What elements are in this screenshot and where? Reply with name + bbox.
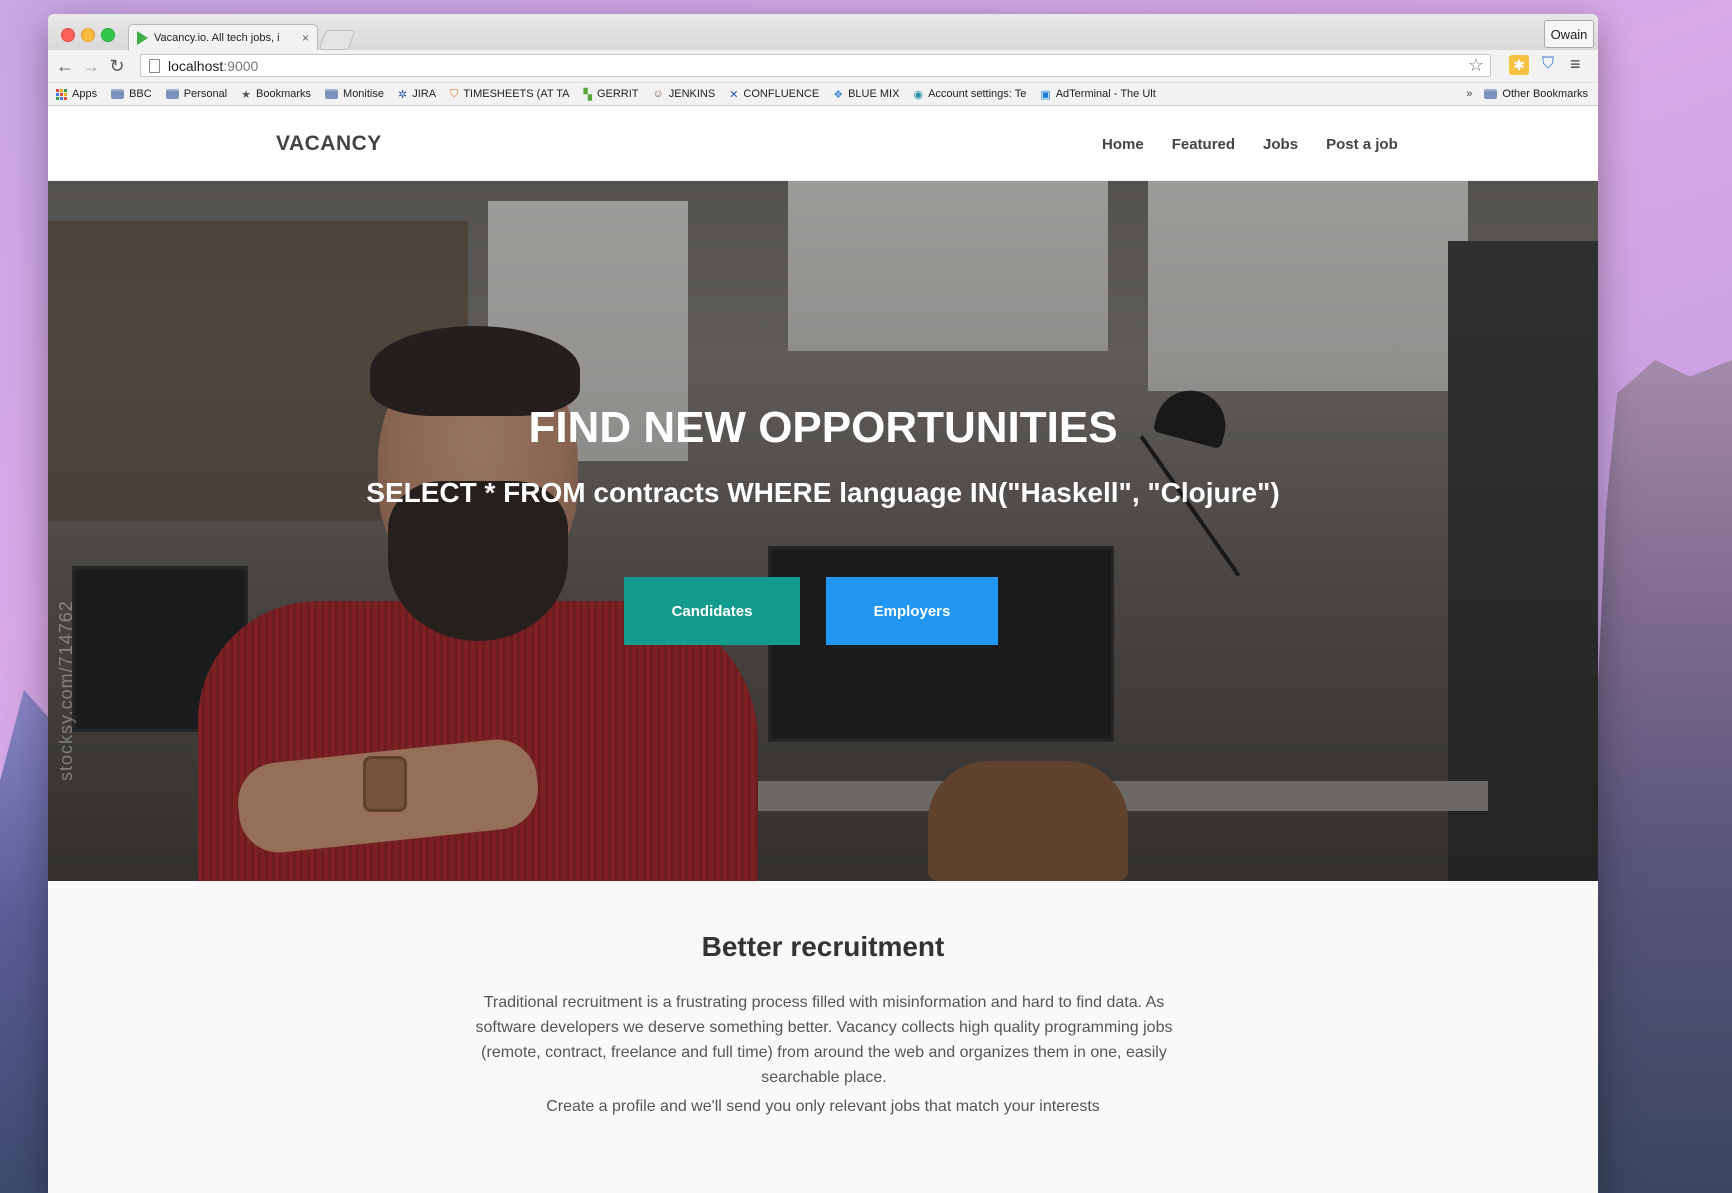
bookmark-apps[interactable]: Apps <box>56 88 97 100</box>
zoom-window-button[interactable] <box>101 28 115 42</box>
bookmark-gerrit[interactable]: ▚ GERRIT <box>583 88 638 101</box>
bluemix-icon: ❖ <box>833 88 844 101</box>
browser-tab[interactable]: Vacancy.io. All tech jobs, i × <box>128 24 318 50</box>
bookmark-label: JIRA <box>412 88 437 100</box>
close-window-button[interactable] <box>61 28 75 42</box>
bookmark-timesheets[interactable]: ⛉ TIMESHEETS (AT TA <box>450 88 569 101</box>
site-logo[interactable]: VACANCY <box>276 132 382 156</box>
browser-window: Vacancy.io. All tech jobs, i × ← → ↻ loc… <box>48 14 1598 1193</box>
nav-jobs[interactable]: Jobs <box>1263 136 1298 153</box>
tab-title: Vacancy.io. All tech jobs, i <box>154 31 280 44</box>
folder-icon <box>1484 89 1498 99</box>
bookmark-label: Bookmarks <box>256 88 312 100</box>
url-port: :9000 <box>223 57 259 74</box>
section-title: Better recruitment <box>701 931 945 962</box>
apps-grid-icon <box>56 88 67 100</box>
title-bar: Vacancy.io. All tech jobs, i × <box>48 14 1598 50</box>
play-icon <box>137 30 148 45</box>
bookmark-monitise[interactable]: Monitise <box>325 88 384 100</box>
bookmark-label: Account settings: Te <box>928 88 1027 100</box>
bookmark-bbc[interactable]: BBC <box>111 88 152 100</box>
bookmark-jira[interactable]: ✲ JIRA <box>398 88 436 101</box>
employers-button[interactable]: Employers <box>826 577 998 645</box>
hero-watermark: stocksy.com/714762 <box>56 600 76 781</box>
bookmark-label: Apps <box>72 88 98 100</box>
jira-icon: ✲ <box>398 88 408 101</box>
bookmark-label: Monitise <box>343 88 384 100</box>
site-header: VACANCY Home Featured Jobs Post a job <box>48 110 1598 181</box>
webpage: VACANCY Home Featured Jobs Post a job st… <box>48 110 1598 1193</box>
reload-icon[interactable]: ↻ <box>104 56 130 77</box>
bookmark-other[interactable]: Other Bookmarks <box>1484 88 1588 100</box>
bookmark-label: JENKINS <box>668 88 716 100</box>
back-arrow-icon[interactable]: ← <box>52 56 78 77</box>
user-profile-button[interactable]: Owain <box>1544 20 1594 48</box>
candidates-button[interactable]: Candidates <box>624 577 800 645</box>
nav-post-a-job[interactable]: Post a job <box>1326 136 1398 153</box>
bookmark-label: Personal <box>183 88 228 100</box>
folder-icon <box>325 89 339 99</box>
extension-icon[interactable]: ✱ <box>1509 55 1529 75</box>
bookmark-label: AdTerminal - The Ult <box>1055 88 1156 100</box>
bookmark-bookmarks[interactable]: ★ Bookmarks <box>241 88 311 101</box>
minimize-window-button[interactable] <box>81 28 95 42</box>
account-icon: ◉ <box>913 88 924 101</box>
bookmark-label: BLUE MIX <box>848 88 900 100</box>
forward-arrow-icon[interactable]: → <box>78 56 104 77</box>
bookmark-label: CONFLUENCE <box>743 88 820 100</box>
tab-close-icon[interactable]: × <box>302 31 309 45</box>
bookmark-account-settings[interactable]: ◉ Account settings: Te <box>913 88 1026 101</box>
confluence-icon: ✕ <box>729 88 739 101</box>
bookmark-bluemix[interactable]: ❖ BLUE MIX <box>833 88 899 101</box>
shield-icon[interactable]: ⛉ <box>1539 54 1557 74</box>
gerrit-icon: ▚ <box>583 88 592 101</box>
nav-featured[interactable]: Featured <box>1172 136 1235 153</box>
section-cta: Create a profile and we'll send you only… <box>546 1098 1100 1115</box>
star-icon: ★ <box>241 88 251 101</box>
bookmark-label: GERRIT <box>596 88 639 100</box>
address-bar[interactable]: localhost:9000 ☆ <box>140 54 1491 77</box>
url-host: localhost <box>168 57 224 74</box>
adterminal-icon: ▣ <box>1040 88 1051 101</box>
hero-title: FIND NEW OPPORTUNITIES <box>528 403 1118 452</box>
bookmark-adterminal[interactable]: ▣ AdTerminal - The Ult <box>1040 88 1155 101</box>
nav-home[interactable]: Home <box>1102 136 1144 153</box>
folder-icon <box>165 89 179 99</box>
bookmark-label: BBC <box>129 88 152 100</box>
bookmarks-right: » Other Bookmarks <box>1466 83 1588 105</box>
folder-icon <box>111 89 125 99</box>
bookmark-personal[interactable]: Personal <box>165 88 228 100</box>
bookmark-jenkins[interactable]: ☺ JENKINS <box>653 88 716 100</box>
about-section: Better recruitment Traditional recruitme… <box>48 881 1598 1193</box>
hero-banner: stocksy.com/714762 FIND NEW OPPORTUNITIE… <box>48 181 1598 881</box>
bookmark-label: Other Bookmarks <box>1502 88 1588 100</box>
browser-toolbar: ← → ↻ localhost:9000 ☆ ✱ ⛉ ≡ <box>48 50 1598 83</box>
chevron-right-icon[interactable]: » <box>1466 88 1472 100</box>
timesheets-icon: ⛉ <box>450 87 459 100</box>
jenkins-icon: ☺ <box>652 88 664 100</box>
bookmark-star-icon[interactable]: ☆ <box>1468 55 1484 76</box>
bookmark-label: TIMESHEETS (AT TA <box>463 88 570 100</box>
hero-subtitle: SELECT * FROM contracts WHERE language I… <box>366 477 1280 508</box>
bookmarks-bar: Apps BBC Personal ★ Bookmarks Monitise ✲ J… <box>48 83 1598 106</box>
new-tab-button[interactable] <box>318 30 356 50</box>
hero-overlay <box>48 181 1598 881</box>
bookmark-confluence[interactable]: ✕ CONFLUENCE <box>729 88 819 101</box>
page-icon <box>149 58 160 73</box>
desktop-wallpaper-right <box>1592 360 1732 1193</box>
menu-icon[interactable]: ≡ <box>1570 54 1581 75</box>
section-body: Traditional recruitment is a frustrating… <box>475 994 1173 1086</box>
site-nav: Home Featured Jobs Post a job <box>1102 136 1398 153</box>
